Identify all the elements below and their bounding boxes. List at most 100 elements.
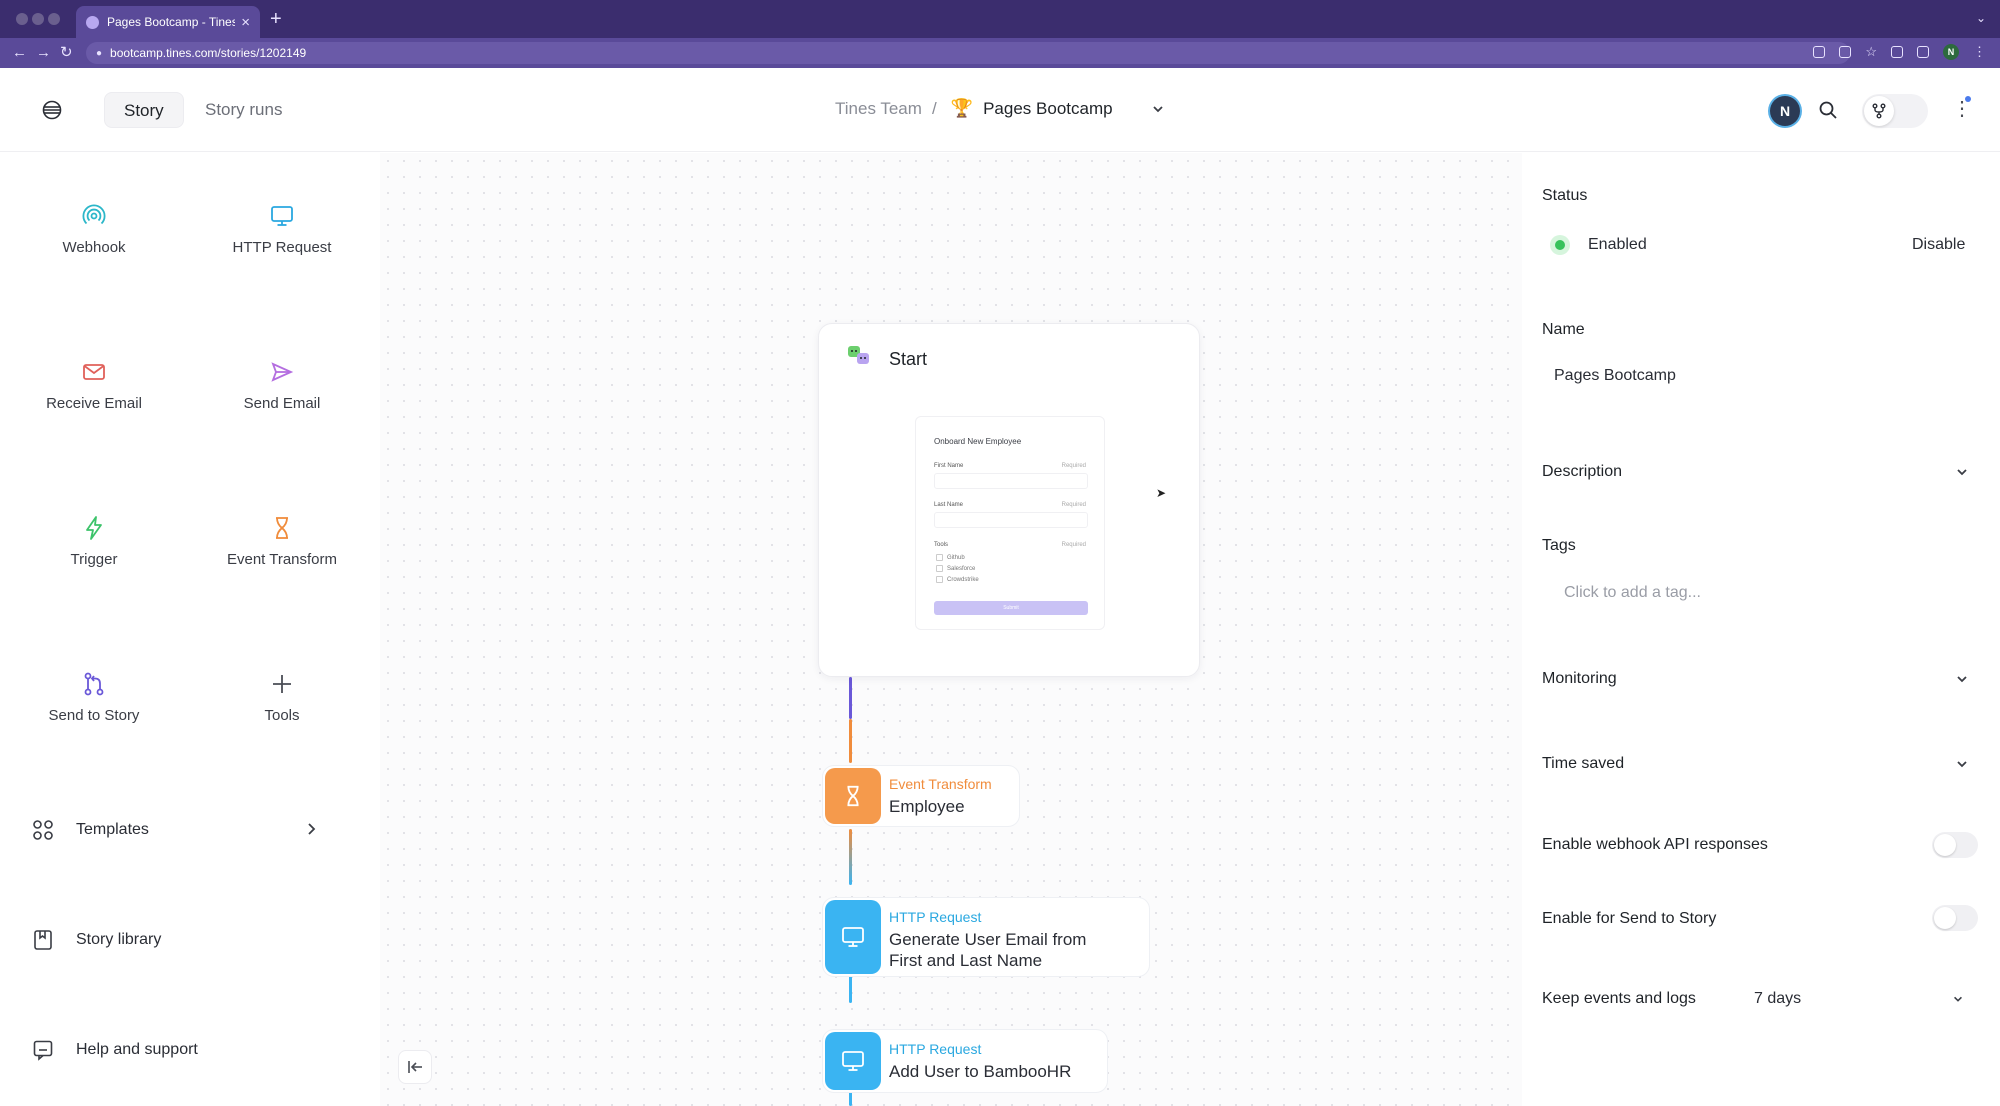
back-arrow-icon[interactable]: ← <box>12 44 27 62</box>
breadcrumb-story-name[interactable]: Pages Bootcamp <box>983 99 1112 119</box>
window-minimize-button[interactable] <box>32 13 44 25</box>
tines-logo-icon[interactable] <box>40 98 64 122</box>
start-card-title: Start <box>889 349 928 369</box>
branch-icon <box>84 672 104 696</box>
envelope-icon <box>83 364 105 380</box>
tile-tools[interactable]: Tools <box>188 671 376 751</box>
reload-icon[interactable]: ↻ <box>60 44 73 62</box>
close-tab-icon[interactable]: × <box>241 14 250 31</box>
tile-trigger[interactable]: Trigger <box>0 515 188 595</box>
breadcrumb-team[interactable]: Tines Team <box>835 99 922 119</box>
address-bar[interactable]: ● bootcamp.tines.com/stories/1202149 <box>86 42 1850 64</box>
chevron-down-icon[interactable] <box>1955 465 1969 479</box>
form-field-hint: Required <box>1061 502 1086 508</box>
form-field-label: First Name <box>934 463 964 469</box>
add-tag-input[interactable]: Click to add a tag... <box>1564 584 1701 602</box>
form-input <box>934 512 1088 528</box>
action-node-http-request[interactable]: HTTP Request Generate User Email from Fi… <box>822 897 1150 977</box>
description-section-toggle[interactable]: Description <box>1542 463 1622 481</box>
monitoring-section-toggle[interactable]: Monitoring <box>1542 670 1617 688</box>
keep-events-label: Keep events and logs <box>1542 990 1696 1007</box>
bookmark-star-icon[interactable]: ☆ <box>1865 44 1877 60</box>
chat-icon <box>33 1040 53 1061</box>
change-control-toggle[interactable] <box>1862 94 1928 128</box>
trophy-icon: 🏆 <box>950 98 974 118</box>
tile-send-email[interactable]: Send Email <box>188 359 376 439</box>
flow-connector <box>849 829 852 885</box>
side-panel-icon[interactable] <box>1917 46 1929 58</box>
theater-masks-icon <box>848 346 869 364</box>
browser-profile-avatar[interactable]: N <box>1943 44 1959 60</box>
forward-arrow-icon[interactable]: → <box>36 44 51 62</box>
monitor-icon <box>825 900 881 974</box>
node-type-label: HTTP Request <box>889 909 982 925</box>
tab-story[interactable]: Story <box>104 92 184 128</box>
share-icon[interactable] <box>1839 46 1852 58</box>
sidebar-item-label: Help and support <box>76 1041 198 1058</box>
story-name-field[interactable]: Pages Bootcamp <box>1554 367 1676 385</box>
app-header: Story Story runs Tines Team / 🏆 Pages Bo… <box>0 68 2000 152</box>
action-node-event-transform[interactable]: Event Transform Employee <box>822 765 1020 827</box>
zoom-icon[interactable] <box>1813 46 1826 58</box>
tile-label: Event Transform <box>226 551 338 568</box>
form-field-label: Tools <box>934 542 949 548</box>
story-switcher-chevron-icon[interactable] <box>1151 102 1165 116</box>
tile-label: Send Email <box>243 395 321 412</box>
action-node-http-request[interactable]: HTTP Request Add User to BambooHR <box>822 1029 1108 1093</box>
mouse-cursor-icon: ➤ <box>1156 486 1167 500</box>
form-title: Onboard New Employee <box>934 437 1022 446</box>
story-canvas[interactable]: Start Onboard New Employee First Name Re… <box>380 153 1522 1106</box>
node-name-line-1: Generate User Email from <box>889 930 1087 949</box>
form-input <box>934 473 1088 489</box>
node-type-label: HTTP Request <box>889 1041 982 1057</box>
sidebar-item-help[interactable]: Help and support <box>32 1035 342 1065</box>
sidebar-item-templates[interactable]: Templates <box>32 815 342 845</box>
book-icon <box>34 930 52 950</box>
tile-receive-email[interactable]: Receive Email <box>0 359 188 439</box>
form-field-hint: Required <box>1061 463 1086 469</box>
time-saved-section-toggle[interactable]: Time saved <box>1542 755 1624 773</box>
tile-event-transform[interactable]: Event Transform <box>188 515 376 595</box>
chevron-down-icon[interactable] <box>1955 672 1969 686</box>
tab-story-runs[interactable]: Story runs <box>186 92 301 128</box>
chevron-right-icon <box>308 823 316 835</box>
tile-webhook[interactable]: Webhook <box>0 203 188 283</box>
disable-button[interactable]: Disable <box>1912 236 1965 254</box>
search-icon[interactable] <box>1818 100 1838 120</box>
chevron-down-icon[interactable] <box>1955 757 1969 771</box>
tile-send-to-story[interactable]: Send to Story <box>0 671 188 751</box>
extensions-puzzle-icon[interactable] <box>1891 46 1903 58</box>
form-checkbox-option: Salesforce <box>936 565 975 572</box>
tile-label: Webhook <box>62 239 126 256</box>
chevron-down-icon[interactable] <box>1952 993 1964 1005</box>
tines-favicon-icon <box>86 15 99 29</box>
send-to-story-label: Enable for Send to Story <box>1542 910 1717 927</box>
node-name: Employee <box>889 797 965 816</box>
browser-tab[interactable]: Pages Bootcamp - Tines × <box>76 6 260 38</box>
node-type-label: Event Transform <box>889 776 992 792</box>
tile-http-request[interactable]: HTTP Request <box>188 203 376 283</box>
breadcrumb: Tines Team / 🏆 Pages Bootcamp <box>835 98 1165 119</box>
url-text: bootcamp.tines.com/stories/1202149 <box>110 46 307 60</box>
start-page-card[interactable]: Start Onboard New Employee First Name Re… <box>818 323 1200 677</box>
user-avatar[interactable]: N <box>1770 96 1800 126</box>
send-to-story-toggle[interactable] <box>1932 905 1978 931</box>
browser-menu-icon[interactable]: ⋮ <box>1973 44 1986 60</box>
lightning-icon <box>86 516 102 540</box>
form-preview: Onboard New Employee First Name Required… <box>915 416 1105 630</box>
flow-connector <box>849 719 852 763</box>
collapse-sidebar-button[interactable] <box>398 1050 432 1084</box>
keep-events-select[interactable]: 7 days <box>1754 990 1801 1008</box>
webhook-api-toggle[interactable] <box>1932 832 1978 858</box>
action-sidebar: Webhook HTTP Request Receive Email Send … <box>0 153 380 1106</box>
window-close-button[interactable] <box>16 13 28 25</box>
collapse-left-icon <box>408 1061 422 1073</box>
tile-label: HTTP Request <box>232 239 332 256</box>
branch-icon <box>1864 96 1894 126</box>
sidebar-item-story-library[interactable]: Story library <box>32 925 342 955</box>
tab-list-chevron-icon[interactable]: ⌄ <box>1976 11 1986 25</box>
window-zoom-button[interactable] <box>48 13 60 25</box>
form-field-label: Last Name <box>934 502 964 508</box>
tile-label: Receive Email <box>46 395 142 412</box>
new-tab-plus-icon[interactable]: + <box>270 8 282 30</box>
